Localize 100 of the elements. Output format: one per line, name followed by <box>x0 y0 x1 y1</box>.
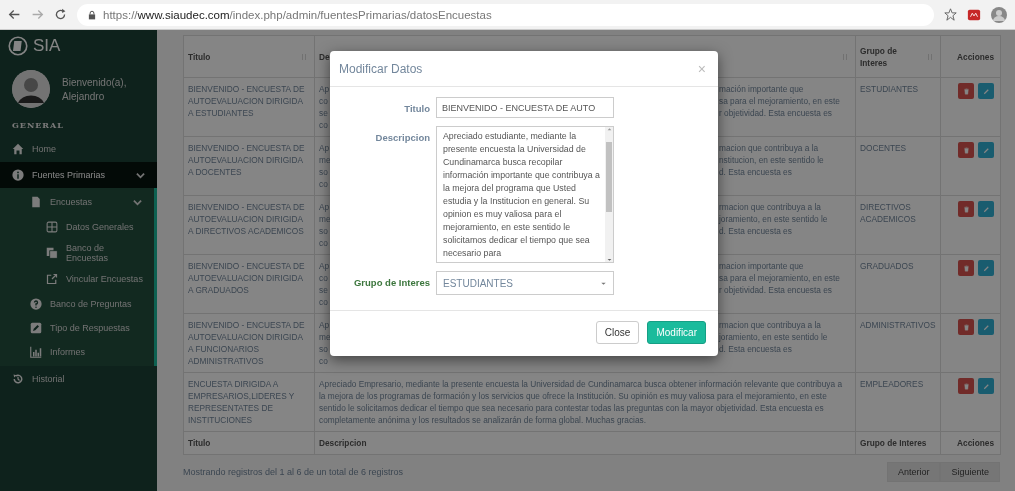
table-cell: so <box>319 225 328 237</box>
table-cell: BIENVENIDO - ENCUESTA DE AUTOEVALUACION DIRIGIDA A FUNCIONARIOS ADMINISTRATIVOS <box>188 320 305 366</box>
table-cell: co <box>319 296 328 308</box>
edit-button[interactable] <box>978 201 994 217</box>
field-label: Descripcion <box>374 131 430 143</box>
address-bar[interactable]: https://www.siaudec.com/index.php/admin/fuentesPrimarias/datosEncuestas <box>77 3 934 26</box>
external-link-icon <box>46 273 58 285</box>
column-header: Titulo <box>188 438 211 448</box>
table-cell: mación importante que <box>719 83 804 95</box>
table-cell: GRADUADOS <box>860 261 914 271</box>
table-cell: me <box>319 213 331 225</box>
sidebar-item[interactable]: Encuestas <box>0 190 154 214</box>
trash-icon <box>962 205 970 213</box>
back-icon <box>8 8 21 21</box>
bar-chart-icon <box>30 346 42 358</box>
pencil-icon <box>982 323 990 331</box>
edit-icon <box>30 322 42 334</box>
profile-icon <box>991 6 1007 23</box>
edit-button[interactable] <box>978 83 994 99</box>
sidebar-item[interactable]: Historial <box>0 366 157 392</box>
edit-button[interactable] <box>978 378 994 394</box>
field-label: Grupo de Interes <box>353 276 430 288</box>
section-heading: GENERAL <box>11 119 65 132</box>
sidebar-item[interactable]: Home <box>0 136 157 162</box>
column-header: Acciones <box>957 438 994 448</box>
table-cell: so <box>319 343 328 355</box>
trash-icon <box>962 264 970 272</box>
home-icon <box>12 143 24 155</box>
sidebar-item[interactable]: Vincular Encuestas <box>0 268 154 290</box>
table-cell: ESTUDIANTES <box>860 84 919 94</box>
column-header[interactable]: De <box>319 50 330 63</box>
table-cell: DOCENTES <box>860 143 907 153</box>
scrollbar-thumb[interactable] <box>606 142 612 212</box>
table-cell: co <box>319 355 328 367</box>
scroll-down-icon <box>606 257 612 262</box>
brand-name: SIA <box>33 36 61 56</box>
greeting: Bienvenido(a), <box>62 76 127 88</box>
sidebar-item[interactable]: Datos Generales <box>0 216 154 238</box>
sidebar-item[interactable]: Banco de Encuestas <box>0 238 154 268</box>
edit-button[interactable] <box>978 319 994 335</box>
avatar <box>12 70 50 108</box>
trash-icon <box>962 146 970 154</box>
info-icon <box>12 169 24 181</box>
column-header: Acciones <box>957 51 994 62</box>
lock-icon <box>87 9 97 20</box>
table-cell: joramiento, en este sentido le <box>719 331 828 343</box>
table-cell: co <box>319 119 328 131</box>
sidebar-item[interactable]: Fuentes Primarias <box>0 162 157 188</box>
trash-icon <box>962 87 970 95</box>
description-field[interactable]: Apreciado estudiante, mediante la presente encuesta la Universidad de Cundinamarca busca recopilar información importante que contribuya a la mejora del programa que Usted estudia y la Institucion en general. Su opinion es muy valiosa para el mejoramiento, en este sentido le solicitamos dedicar el tiempo que sea necesario para <box>436 126 614 263</box>
reload-icon <box>54 8 67 21</box>
user-name: Alejandro <box>62 90 106 102</box>
delete-button[interactable] <box>958 378 974 394</box>
table-cell: BIENVENIDO - ENCUESTA DE AUTOEVALUACION DIRIGIDA A GRADUADOS <box>188 261 305 295</box>
question-icon <box>30 298 42 310</box>
document-icon <box>30 196 42 208</box>
column-header[interactable]: Titulo <box>188 50 211 63</box>
pencil-icon <box>982 264 990 272</box>
sidebar-item[interactable]: Tipo de Respuestas <box>0 316 154 340</box>
table-cell: rmacion que contribuya a la <box>719 319 821 331</box>
sidebar-item[interactable]: Informes <box>0 340 154 364</box>
table-cell: BIENVENIDO - ENCUESTA DE AUTOEVALUACION DIRIGIDA A DOCENTES <box>188 143 305 177</box>
table-cell: macion importante que <box>719 260 804 272</box>
table-cell: nstitucion, en este sentido le <box>719 154 824 166</box>
trash-icon <box>962 323 970 331</box>
pencil-icon <box>982 382 990 390</box>
history-icon <box>12 373 24 385</box>
column-header: Descripcion <box>319 438 367 448</box>
star-icon <box>944 8 957 21</box>
extension-icon <box>967 7 981 22</box>
group-select[interactable]: ESTUDIANTES <box>436 271 614 295</box>
delete-button[interactable] <box>958 83 974 99</box>
delete-button[interactable] <box>958 319 974 335</box>
table-cell: co <box>319 272 328 284</box>
table-cell: BIENVENIDO - ENCUESTA DE AUTOEVALUACION DIRIGIDA A ESTUDIANTES <box>188 84 305 118</box>
table-icon <box>46 221 58 233</box>
field-label: Titulo <box>403 102 430 114</box>
submit-button[interactable]: Modificar <box>647 321 706 344</box>
table-cell: Apreciado Empresario, mediante la presente encuesta la Universidad de Cundinamarca busca obtener información relevante que contribuya a la mejora de los programas de formación y los servicios que ofrece la Institución. Su opinión es muy valiosa para el mejoramiento, en este sentido le solicitamos dedicar el tiempo que sea necesario para contestar todas las preguntas con la mayor objetividad. Esta encuesta es completamente anónima y los resultados se analizarán de forma global. Muchas gracias. <box>319 379 842 425</box>
table-cell: me <box>319 331 331 343</box>
delete-button[interactable] <box>958 260 974 276</box>
close-button[interactable]: × <box>695 60 708 77</box>
table-cell: DIRECTIVOS ACADEMICOS <box>860 202 916 224</box>
pencil-icon <box>982 205 990 213</box>
table-cell: EMPLEADORES <box>860 379 924 389</box>
delete-button[interactable] <box>958 142 974 158</box>
title-field[interactable]: BIENVENIDO - ENCUESTA DE AUTO <box>436 97 614 118</box>
table-cell: se <box>319 284 328 296</box>
table-cell: BIENVENIDO - ENCUESTA DE AUTOEVALUACION DIRIGIDA A DIRECTIVOS ACADEMICOS <box>188 202 305 236</box>
table-cell: rmacion que contribuya a la <box>719 201 821 213</box>
table-cell: se <box>319 107 328 119</box>
close-button[interactable]: Close <box>595 321 640 344</box>
edit-button[interactable] <box>978 142 994 158</box>
pencil-icon <box>982 87 990 95</box>
sidebar-item[interactable]: Banco de Preguntas <box>0 292 154 316</box>
delete-button[interactable] <box>958 201 974 217</box>
table-cell: me <box>319 154 331 166</box>
table-cell: joramiento, en este sentido le <box>719 213 828 225</box>
trash-icon <box>962 382 970 390</box>
edit-button[interactable] <box>978 260 994 276</box>
